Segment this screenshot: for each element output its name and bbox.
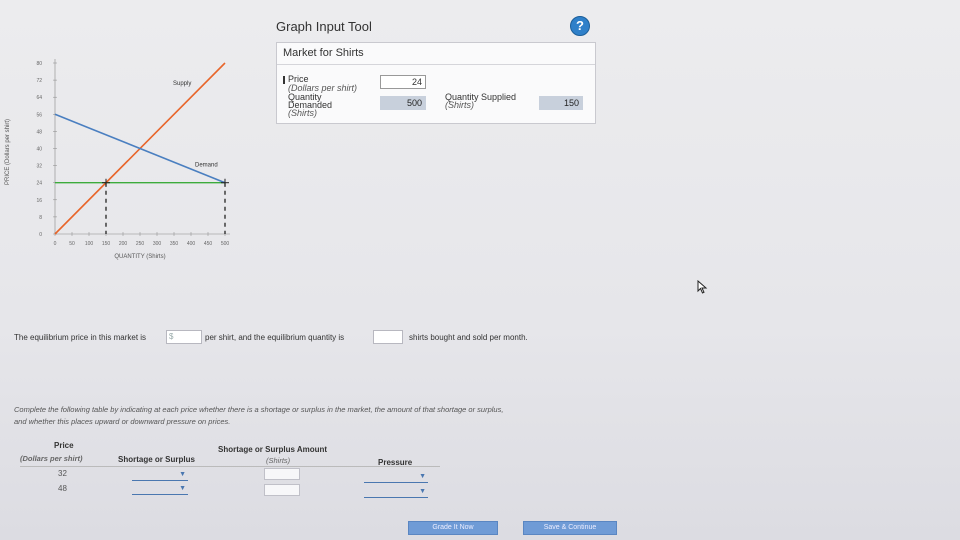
row-2-shortage-dropdown[interactable]: ▼ <box>132 483 188 495</box>
sentence-part-3: shirts bought and sold per month. <box>409 333 528 342</box>
supply-demand-chart[interactable]: 0 8 16 24 32 40 48 56 64 72 80 0 50 100 150 200 250 300 35… <box>0 52 260 270</box>
col-price-header: Price <box>54 441 74 450</box>
row-2-amount-input[interactable] <box>264 484 300 496</box>
row-1-shortage-dropdown[interactable]: ▼ <box>132 469 188 481</box>
x-tick-label: 450 <box>204 241 213 247</box>
graph-input-tool-title: Graph Input Tool <box>276 19 372 34</box>
y-tick-label: 16 <box>36 198 42 204</box>
qd-label-group: Quantity Demanded (Shirts) <box>288 93 332 118</box>
x-tick-label: 50 <box>69 241 75 247</box>
grade-it-now-button[interactable]: Grade It Now <box>408 521 498 535</box>
y-tick-label: 48 <box>36 129 42 135</box>
table-instructions: Complete the following table by indicati… <box>14 404 634 428</box>
demand-label: Demand <box>195 163 218 169</box>
price-label-group: Price (Dollars per shirt) <box>283 75 357 92</box>
graph-input-panel: Market for Shirts Price (Dollars per shi… <box>276 42 596 124</box>
y-tick-label: 56 <box>36 112 42 118</box>
row-1-amount-input[interactable] <box>264 468 300 480</box>
row-1-price: 32 <box>58 469 67 478</box>
chevron-down-icon: ▼ <box>179 485 186 492</box>
demand-curve <box>54 113 226 184</box>
quantity-supplied-value: 150 <box>539 96 583 110</box>
chevron-down-icon: ▼ <box>419 488 426 495</box>
price-bullet-icon <box>283 75 285 84</box>
qs-units: (Shirts) <box>445 100 474 110</box>
instructions-line-1: Complete the following table by indicati… <box>14 405 504 414</box>
y-tick-label: 64 <box>36 95 42 101</box>
row-2-pressure-dropdown[interactable]: ▼ <box>364 486 428 498</box>
x-tick-label: 350 <box>170 241 179 247</box>
equilibrium-quantity-input[interactable] <box>373 330 403 344</box>
x-tick-label: 0 <box>54 241 57 247</box>
y-tick-label: 24 <box>36 181 42 187</box>
y-tick-label: 40 <box>36 147 42 153</box>
col-shortage-header: Shortage or Surplus <box>118 455 195 464</box>
y-tick-label: 80 <box>36 61 42 67</box>
y-axis-label: PRICE (Dollars per shirt) <box>5 119 11 185</box>
col-amount-header: Shortage or Surplus Amount <box>218 445 328 454</box>
qd-units: (Shirts) <box>288 108 317 118</box>
x-tick-label: 300 <box>153 241 162 247</box>
mouse-cursor-icon <box>697 280 708 294</box>
sentence-part-1: The equilibrium price in this market is <box>14 333 147 342</box>
sentence-part-2: per shirt, and the equilibrium quantity … <box>205 333 345 342</box>
x-tick-label: 400 <box>187 241 196 247</box>
price-input[interactable]: 24 <box>380 75 426 89</box>
x-tick-label: 200 <box>119 241 128 247</box>
page: 0 8 16 24 32 40 48 56 64 72 80 0 50 100 150 200 250 300 35… <box>0 0 960 540</box>
supply-label: Supply <box>173 81 191 87</box>
chevron-down-icon: ▼ <box>179 471 186 478</box>
chevron-down-icon: ▼ <box>419 473 426 480</box>
x-axis-label: QUANTITY (Shirts) <box>114 254 165 260</box>
instructions-line-2: and whether this places upward or downwa… <box>14 417 231 426</box>
help-icon[interactable]: ? <box>570 16 590 36</box>
y-tick-label: 32 <box>36 164 42 170</box>
market-title: Market for Shirts <box>277 43 595 65</box>
x-tick-label: 100 <box>85 241 94 247</box>
table-header-divider <box>20 466 440 467</box>
equilibrium-price-input[interactable]: $ <box>166 330 202 344</box>
y-tick-label: 72 <box>36 78 42 84</box>
x-tick-label: 150 <box>102 241 111 247</box>
x-tick-label: 500 <box>221 241 230 247</box>
save-continue-button[interactable]: Save & Continue <box>523 521 617 535</box>
qs-label-group: Quantity Supplied (Shirts) <box>445 93 516 110</box>
x-tick-label: 250 <box>136 241 145 247</box>
row-2-price: 48 <box>58 484 67 493</box>
quantity-demanded-value: 500 <box>380 96 426 110</box>
col-price-units: (Dollars per shirt) <box>20 454 83 463</box>
row-1-pressure-dropdown[interactable]: ▼ <box>364 471 428 483</box>
y-tick-label: 0 <box>39 232 42 238</box>
col-amount-units: (Shirts) <box>266 456 291 465</box>
y-tick-label: 8 <box>39 215 42 221</box>
